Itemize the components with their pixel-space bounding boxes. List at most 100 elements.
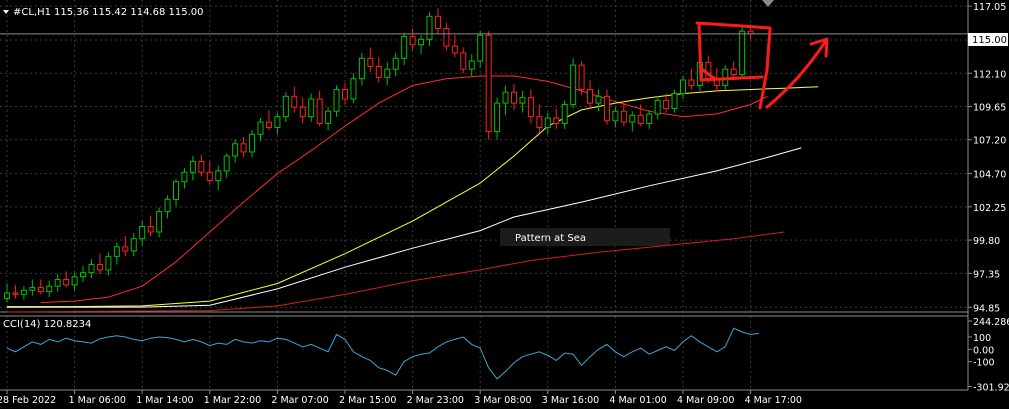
cci-tick-label: 100 — [973, 333, 991, 344]
candle-body — [54, 278, 61, 287]
candle-body — [527, 97, 534, 118]
candle-body — [587, 89, 594, 104]
time-tick-label: 4 Mar 17:00 — [745, 395, 802, 406]
candle-body — [130, 238, 137, 252]
candle-body — [88, 264, 95, 274]
candle-body — [299, 106, 306, 118]
time-tick-label: 4 Mar 01:00 — [609, 395, 666, 406]
cci-tick-label: -301.9211 — [973, 383, 1009, 394]
candle-body — [663, 99, 670, 110]
price-tick-label: 107.20 — [973, 136, 1006, 147]
watermark: Pattern at Sea — [500, 228, 670, 246]
candle-body — [409, 36, 416, 46]
time-tick-label: 3 Mar 08:00 — [474, 395, 531, 406]
time-tick-label: 2 Mar 23:00 — [407, 395, 464, 406]
candle-body — [316, 98, 323, 124]
candle-body — [384, 68, 391, 78]
candle-body — [46, 285, 53, 293]
candle-body — [570, 64, 577, 105]
candle-body — [4, 292, 10, 299]
candle-body — [511, 91, 517, 104]
chart-canvas: Pattern at Sea 117.05114.55112.10109.651… — [0, 0, 1009, 409]
candle-body — [156, 211, 163, 233]
candle-body — [240, 143, 247, 153]
candle-body — [629, 114, 636, 123]
price-tick-label: 94.85 — [973, 303, 1000, 314]
cci-tick-label: -100 — [973, 358, 995, 369]
candle-body — [485, 34, 492, 133]
time-tick-label: 28 Feb 2022 — [0, 395, 56, 406]
candle-body — [265, 121, 272, 129]
candle-body — [460, 52, 467, 70]
ohlc-readout: 115.36 115.42 114.68 115.00 — [54, 7, 204, 18]
candle-body — [122, 246, 129, 252]
candle-body — [739, 30, 746, 76]
watermark-text: Pattern at Sea — [515, 233, 586, 244]
candle-body — [63, 278, 70, 286]
candle-body — [12, 292, 19, 295]
candle-body — [342, 89, 348, 100]
candle-body — [350, 78, 357, 100]
candle-body — [477, 34, 484, 62]
candle-body — [418, 38, 425, 46]
candle-body — [333, 89, 340, 112]
chart-header[interactable]: #CL,H1 115.36 115.42 114.68 115.00 — [3, 7, 204, 18]
candle-body — [620, 110, 627, 123]
candle-body — [443, 27, 450, 47]
price-tick-label: 112.10 — [973, 69, 1006, 80]
cci-tick-label: 244.2863 — [973, 317, 1009, 328]
candle-body — [519, 97, 526, 104]
time-tick-label: 1 Mar 06:00 — [69, 395, 126, 406]
candle-body — [536, 116, 543, 129]
candle-body — [71, 276, 78, 286]
symbol-label: #CL,H1 — [13, 7, 51, 18]
candle-body — [80, 272, 87, 278]
candle-body — [325, 110, 332, 124]
price-tick-label: 97.35 — [973, 269, 1000, 280]
candle-body — [401, 36, 408, 59]
price-tick-label: 99.80 — [973, 236, 1000, 247]
candle-body — [502, 91, 509, 104]
candle-body — [603, 95, 610, 122]
time-tick-label: 3 Mar 16:00 — [542, 395, 599, 406]
time-tick-label: 4 Mar 09:00 — [677, 395, 734, 406]
candle-body — [367, 57, 374, 67]
cci-label: CCI(14) 120.8234 — [3, 319, 91, 330]
candle-body — [392, 57, 399, 70]
candle-body — [37, 287, 44, 293]
candle-body — [671, 93, 678, 110]
candle-body — [553, 117, 560, 124]
candle-body — [561, 103, 568, 124]
time-tick-label: 1 Mar 14:00 — [136, 395, 193, 406]
candle-body — [274, 116, 281, 129]
candle-body — [595, 95, 602, 104]
candle-body — [637, 114, 644, 124]
price-tick-label: 102.25 — [973, 203, 1006, 214]
candle-body — [646, 113, 653, 124]
candle-body — [232, 143, 239, 157]
candle-body — [654, 99, 661, 115]
cci-tick-label: 0.00 — [973, 345, 994, 356]
candle-body — [223, 155, 230, 172]
candle-body — [113, 246, 120, 257]
candle-body — [189, 160, 196, 173]
candle-body — [173, 181, 179, 200]
price-tick-label: 109.65 — [973, 102, 1006, 113]
candle-body — [426, 15, 433, 40]
candle-body — [181, 171, 188, 183]
candle-body — [198, 160, 205, 173]
candle-body — [105, 255, 112, 271]
candle-body — [730, 68, 737, 76]
candle-body — [494, 102, 501, 133]
candle-body — [147, 226, 154, 233]
time-tick-label: 1 Mar 22:00 — [204, 395, 261, 406]
price-tick-label: 104.70 — [973, 170, 1006, 181]
candle-body — [612, 110, 619, 122]
candle-body — [206, 171, 213, 181]
candle-body — [578, 64, 585, 91]
candle-body — [291, 95, 298, 108]
candle-body — [164, 198, 171, 213]
candle-body — [451, 45, 458, 54]
current-price-value: 115.00 — [972, 35, 1007, 46]
candle-body — [434, 15, 441, 29]
